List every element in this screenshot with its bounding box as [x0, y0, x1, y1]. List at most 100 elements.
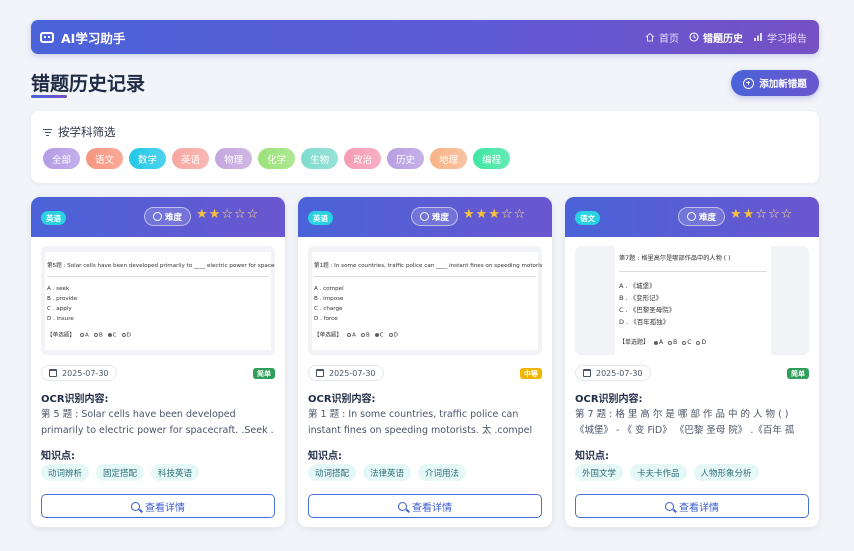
subject-chip[interactable]: 数学 — [129, 148, 167, 169]
knowledge-label: 知识点: — [308, 451, 342, 462]
thumb-option: B . 《变形记》 — [619, 294, 663, 302]
search-icon — [665, 501, 674, 511]
subject-tag: 英语 — [308, 211, 333, 225]
knowledge-tag[interactable]: 外国文学 — [575, 464, 624, 481]
card-header: 英语 难度 ★★★☆☆ — [298, 197, 552, 237]
knowledge-tags: 动词辨析 固定搭配 科技英语 — [41, 464, 200, 481]
card-header: 英语 难度 ★★☆☆☆ — [31, 197, 285, 237]
bar-chart-icon — [754, 33, 762, 41]
knowledge-tag[interactable]: 法律英语 — [363, 464, 412, 481]
thumb-answer-row: 【单选题】 A B C D — [619, 339, 707, 346]
star-empty-icon: ☆ — [755, 207, 768, 222]
card-header: 语文 难度 ★★☆☆☆ — [565, 197, 819, 237]
mistake-card: 英语 难度 ★★★☆☆ 第1题 : In some countries, tra… — [298, 197, 552, 527]
difficulty-button[interactable]: 难度 — [144, 207, 191, 226]
thumb-answer-label: 【单选题】 — [47, 332, 75, 339]
difficulty-label: 难度 — [698, 212, 716, 223]
nav-home[interactable]: 首页 — [645, 30, 679, 45]
thumb-option: D . 《百年孤独》 — [619, 318, 670, 326]
home-icon — [645, 32, 655, 42]
gauge-icon — [419, 212, 429, 221]
calendar-icon — [49, 369, 57, 377]
subject-tag: 英语 — [41, 211, 66, 225]
star-filled-icon: ★ — [475, 207, 489, 222]
brand[interactable]: AI学习助手 — [40, 28, 125, 47]
star-filled-icon: ★ — [742, 207, 756, 222]
date-pill: 2025-07-30 — [41, 365, 117, 381]
star-empty-icon: ☆ — [513, 207, 527, 222]
subject-chip[interactable]: 化学 — [258, 148, 296, 169]
date-text: 2025-07-30 — [62, 368, 109, 378]
filter-title: 按学科筛选 — [43, 124, 116, 140]
knowledge-tag[interactable]: 人物形象分析 — [693, 464, 759, 481]
subject-tag: 语文 — [575, 211, 600, 225]
thumb-answer-row: 【单选题】 A B C D — [47, 332, 131, 339]
view-detail-label: 查看详情 — [145, 502, 185, 514]
knowledge-tag[interactable]: 动词辨析 — [41, 464, 90, 481]
knowledge-tags: 动词搭配 法律英语 介词用法 — [308, 464, 467, 481]
nav-report[interactable]: 学习报告 — [753, 30, 807, 45]
knowledge-tag[interactable]: 动词搭配 — [308, 464, 357, 481]
subject-chip[interactable]: 政治 — [344, 148, 382, 169]
ocr-text: 第 1 题 : In some countries, traffic polic… — [308, 409, 533, 436]
difficulty-button[interactable]: 难度 — [411, 207, 458, 226]
difficulty-button[interactable]: 难度 — [678, 207, 725, 226]
star-empty-icon: ☆ — [221, 207, 234, 222]
ocr-text: 第 7 题 : 格 里 高 尔 是 哪 部 作 品 中 的 人 物 ( ) 《城… — [575, 409, 795, 436]
subject-chip[interactable]: 物理 — [215, 148, 253, 169]
thumb-answer-row: 【单选题】 A B C D — [314, 332, 398, 339]
subject-chip[interactable]: 地理 — [430, 148, 468, 169]
date-pill: 2025-07-30 — [575, 365, 651, 381]
question-thumbnail[interactable]: 第5题 : Solar cells have been developed pr… — [41, 246, 275, 355]
mistake-card: 英语 难度 ★★☆☆☆ 第5题 : Solar cells have been … — [31, 197, 285, 527]
subject-chip[interactable]: 生物 — [301, 148, 339, 169]
thumb-option: B . impose — [314, 296, 344, 302]
thumb-question: 第7题 : 格里高尔是哪部作品中的人物 ( ) — [619, 255, 731, 262]
subject-chip[interactable]: 英语 — [172, 148, 210, 169]
difficulty-label: 难度 — [164, 212, 182, 223]
nav-history[interactable]: 错题历史 — [689, 30, 743, 45]
knowledge-tag[interactable]: 介词用法 — [418, 464, 467, 481]
subject-chips: 全部 语文 数学 英语 物理 化学 生物 政治 历史 地理 编程 — [43, 148, 511, 169]
knowledge-label: 知识点: — [575, 451, 609, 462]
ocr-text: 第 5 题 : Solar cells have been developed … — [41, 409, 274, 436]
title-underline — [31, 95, 67, 98]
subject-filter-panel: 按学科筛选 全部 语文 数学 英语 物理 化学 生物 政治 历史 地理 编程 — [31, 111, 819, 183]
star-empty-icon: ☆ — [233, 207, 247, 222]
knowledge-tag[interactable]: 固定搭配 — [96, 464, 145, 481]
gauge-icon — [686, 212, 696, 221]
date-pill: 2025-07-30 — [308, 365, 384, 381]
view-detail-label: 查看详情 — [679, 502, 719, 514]
subject-chip[interactable]: 编程 — [473, 148, 511, 169]
question-thumbnail[interactable]: 第1题 : In some countries, traffic police … — [308, 246, 542, 355]
subject-chip[interactable]: 历史 — [387, 148, 425, 169]
subject-chip[interactable]: 语文 — [86, 148, 124, 169]
nav-home-label: 首页 — [659, 33, 679, 45]
star-empty-icon: ☆ — [500, 207, 514, 222]
difficulty-stars: ★★★☆☆ — [463, 208, 526, 221]
thumb-question: 第5题 : Solar cells have been developed pr… — [47, 263, 275, 269]
clock-icon — [689, 32, 699, 42]
difficulty-status-badge: 简单 — [253, 368, 275, 379]
subject-chip[interactable]: 全部 — [43, 148, 81, 169]
thumb-option: A . seek — [47, 286, 70, 292]
add-mistake-button[interactable]: 添加新错题 — [731, 70, 819, 96]
page-title: 错题历史记录 — [31, 73, 146, 95]
search-icon — [398, 501, 407, 511]
plus-circle-icon — [743, 77, 755, 89]
view-detail-button[interactable]: 查看详情 — [41, 494, 275, 518]
knowledge-tag[interactable]: 卡夫卡作品 — [630, 464, 687, 481]
calendar-icon — [316, 369, 324, 377]
thumb-option: A . compel — [314, 286, 344, 292]
nav-history-label: 错题历史 — [703, 33, 743, 45]
thumb-option: D . insure — [47, 316, 74, 322]
thumb-answer-label: 【单选题】 — [619, 339, 650, 346]
thumb-option: A . 《城堡》 — [619, 282, 656, 290]
filter-title-label: 按学科筛选 — [58, 125, 116, 139]
date-text: 2025-07-30 — [329, 368, 376, 378]
view-detail-button[interactable]: 查看详情 — [308, 494, 542, 518]
question-thumbnail[interactable]: 第7题 : 格里高尔是哪部作品中的人物 ( ) A . 《城堡》 B . 《变形… — [575, 246, 809, 355]
difficulty-status-badge: 简单 — [787, 368, 809, 379]
view-detail-button[interactable]: 查看详情 — [575, 494, 809, 518]
knowledge-tag[interactable]: 科技英语 — [151, 464, 200, 481]
